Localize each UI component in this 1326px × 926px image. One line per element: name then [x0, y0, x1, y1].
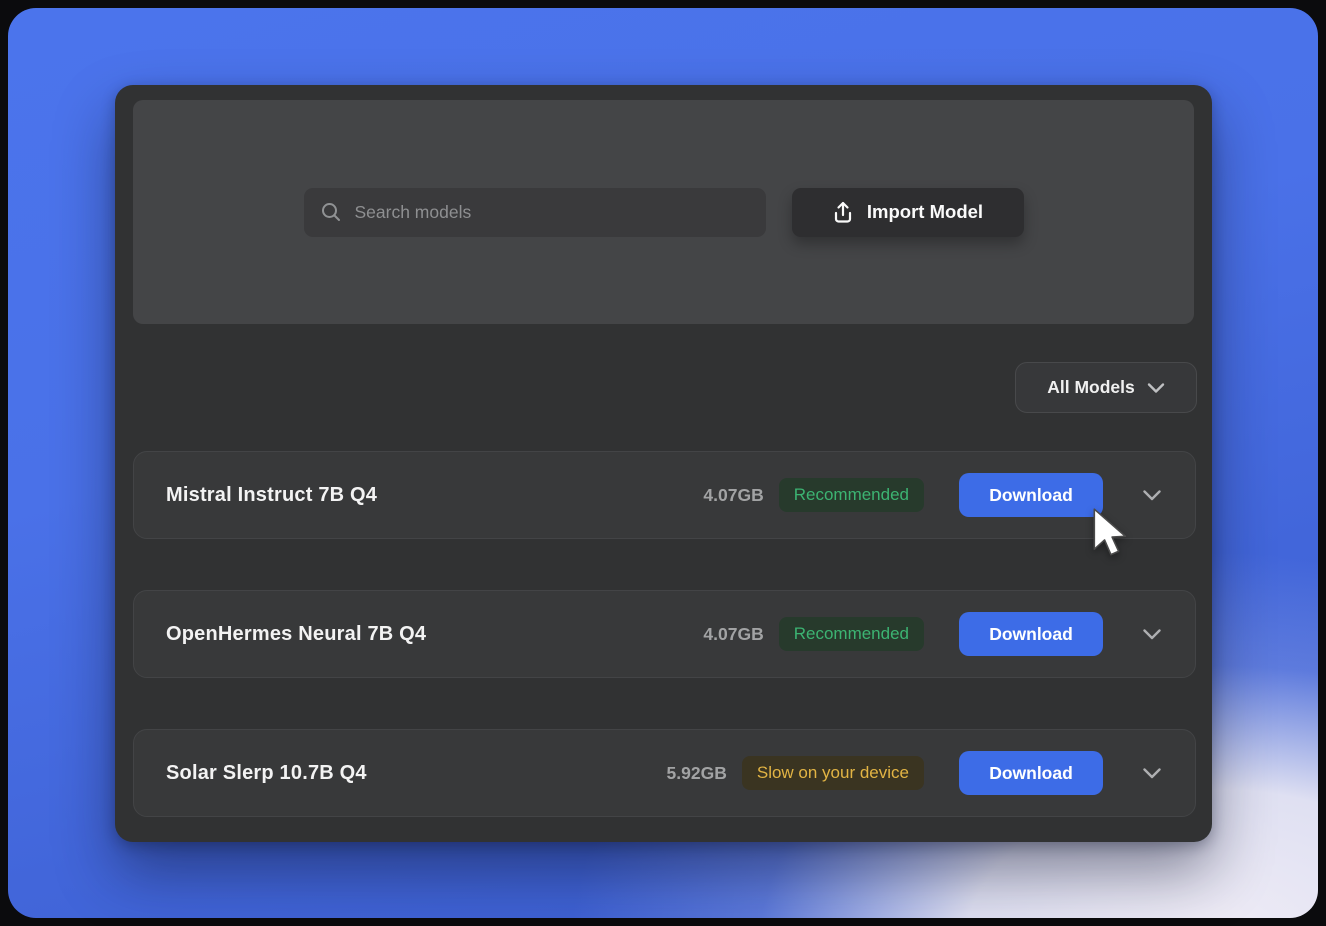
- expand-row-button[interactable]: [1139, 482, 1165, 508]
- model-name: OpenHermes Neural 7B Q4: [166, 623, 703, 646]
- model-name: Solar Slerp 10.7B Q4: [166, 762, 667, 785]
- import-model-button[interactable]: Import Model: [792, 188, 1024, 237]
- model-filter-dropdown[interactable]: All Models: [1015, 362, 1197, 413]
- model-name: Mistral Instruct 7B Q4: [166, 484, 703, 507]
- status-badge: Recommended: [779, 617, 924, 651]
- chevron-down-icon: [1147, 382, 1165, 394]
- search-box[interactable]: [304, 188, 766, 237]
- expand-row-button[interactable]: [1139, 760, 1165, 786]
- chevron-down-icon: [1142, 489, 1162, 502]
- model-row: OpenHermes Neural 7B Q4 4.07GB Recommend…: [133, 590, 1196, 678]
- status-badge: Slow on your device: [742, 756, 924, 790]
- chevron-down-icon: [1142, 767, 1162, 780]
- download-button[interactable]: Download: [959, 751, 1103, 795]
- upload-icon: [832, 200, 854, 224]
- download-button[interactable]: Download: [959, 473, 1103, 517]
- search-icon: [320, 201, 342, 223]
- download-button[interactable]: Download: [959, 612, 1103, 656]
- search-input[interactable]: [355, 202, 750, 223]
- chevron-down-icon: [1142, 628, 1162, 641]
- model-row: Mistral Instruct 7B Q4 4.07GB Recommende…: [133, 451, 1196, 539]
- model-size: 5.92GB: [667, 763, 727, 784]
- import-model-label: Import Model: [867, 201, 983, 223]
- model-size: 4.07GB: [703, 624, 763, 645]
- model-browser-panel: Import Model All Models Mistral Instruct…: [115, 85, 1212, 842]
- expand-row-button[interactable]: [1139, 621, 1165, 647]
- status-badge: Recommended: [779, 478, 924, 512]
- model-size: 4.07GB: [703, 485, 763, 506]
- model-row: Solar Slerp 10.7B Q4 5.92GB Slow on your…: [133, 729, 1196, 817]
- panel-header: Import Model: [133, 100, 1194, 324]
- model-filter-label: All Models: [1047, 377, 1135, 398]
